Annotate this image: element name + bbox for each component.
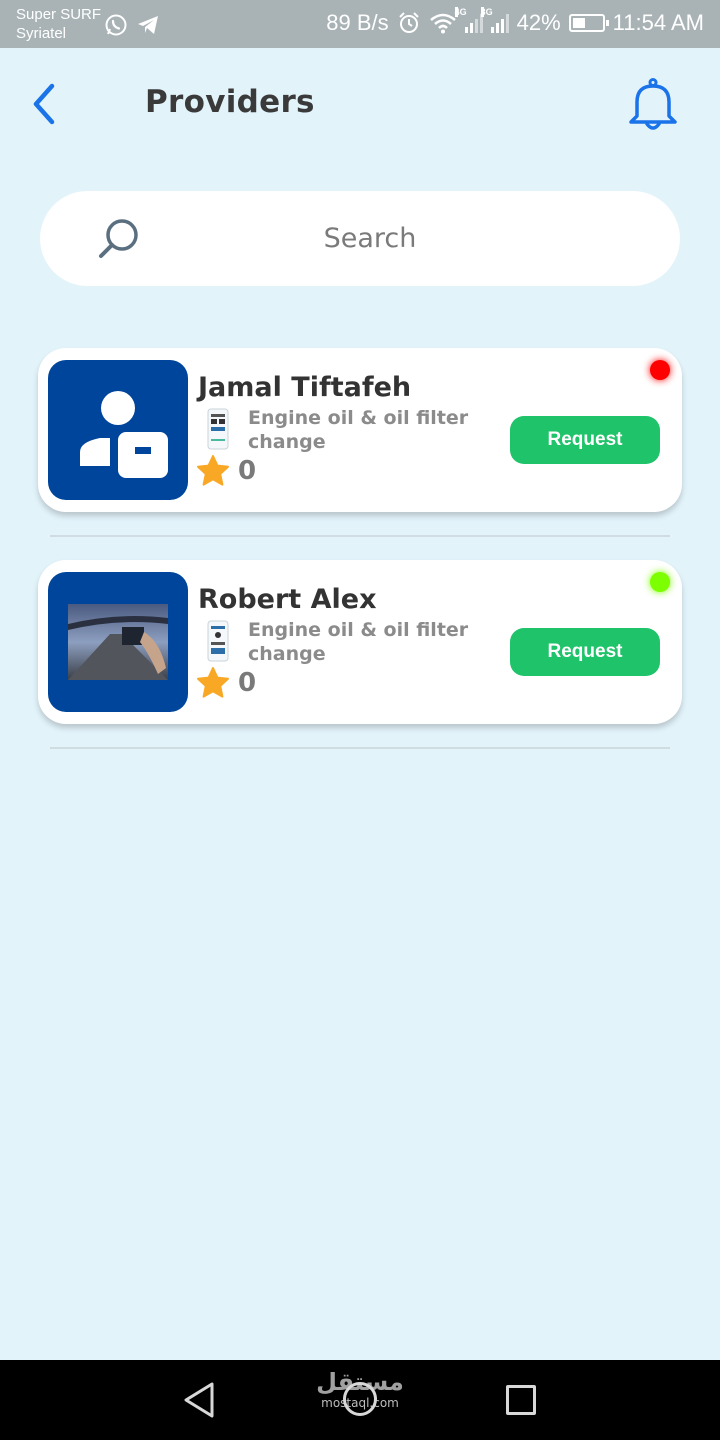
status-indicator-dot (650, 572, 670, 592)
notifications-button[interactable] (624, 76, 682, 134)
signal-3g-label: 3G (480, 7, 493, 17)
signal-3g-icon: 3G (480, 7, 509, 33)
provider-avatar (48, 360, 188, 500)
default-user-icon (80, 391, 168, 478)
nav-home-icon[interactable] (343, 1382, 377, 1416)
clock: 11:54 AM (612, 10, 704, 35)
provider-card[interactable]: Robert Alex Engine oil & oil filter chan… (38, 560, 682, 724)
service-icon (207, 620, 229, 662)
nav-back-icon[interactable] (182, 1380, 218, 1420)
notification-icons (104, 13, 160, 37)
battery-fill (572, 18, 585, 28)
carrier-line-2: Syriatel (16, 25, 67, 42)
battery-icon (568, 14, 609, 32)
provider-photo (68, 604, 168, 680)
provider-name: Jamal Tiftafeh (198, 372, 412, 403)
whatsapp-icon (105, 14, 127, 36)
search-input[interactable] (180, 211, 560, 266)
chevron-left-icon (33, 83, 55, 125)
net-speed: 89 B/s (326, 10, 389, 35)
request-button[interactable]: Request (510, 416, 660, 464)
system-nav-bar: مستقل mostaql.com (0, 1360, 720, 1440)
rating-value: 0 (238, 668, 257, 698)
star-icon (197, 455, 229, 486)
status-indicators: 89 B/s 4G 3G 42% 11:54 AM (326, 7, 704, 36)
signal-4g-label: 4G (454, 7, 467, 17)
divider (50, 535, 670, 537)
status-bar: Super SURF Syriatel 89 B/s 4G 3G 42% 11:… (0, 0, 720, 48)
provider-card[interactable]: Jamal Tiftafeh Engine oil & oil filter c… (38, 348, 682, 512)
alarm-icon (398, 12, 419, 33)
service-description: Engine oil & oil filter change (248, 407, 469, 453)
page-title: Providers (145, 84, 315, 120)
service-description: Engine oil & oil filter change (248, 619, 469, 665)
nav-recents-icon[interactable] (506, 1385, 536, 1415)
status-indicator-dot (650, 360, 670, 380)
search-icon (99, 219, 138, 258)
carrier-line-1: Super SURF (16, 6, 102, 23)
telegram-icon (138, 16, 158, 34)
request-button[interactable]: Request (510, 628, 660, 676)
star-icon (197, 667, 229, 698)
back-button[interactable] (28, 82, 64, 126)
bell-icon (629, 78, 677, 130)
rating-value: 0 (238, 456, 257, 486)
battery-percent: 42% (516, 10, 561, 35)
wifi-icon (429, 13, 456, 34)
carrier-info: Super SURF Syriatel (16, 5, 101, 43)
search-bar[interactable] (40, 191, 680, 286)
provider-avatar (48, 572, 188, 712)
divider (50, 747, 670, 749)
provider-name: Robert Alex (198, 584, 377, 615)
service-icon (207, 408, 229, 450)
